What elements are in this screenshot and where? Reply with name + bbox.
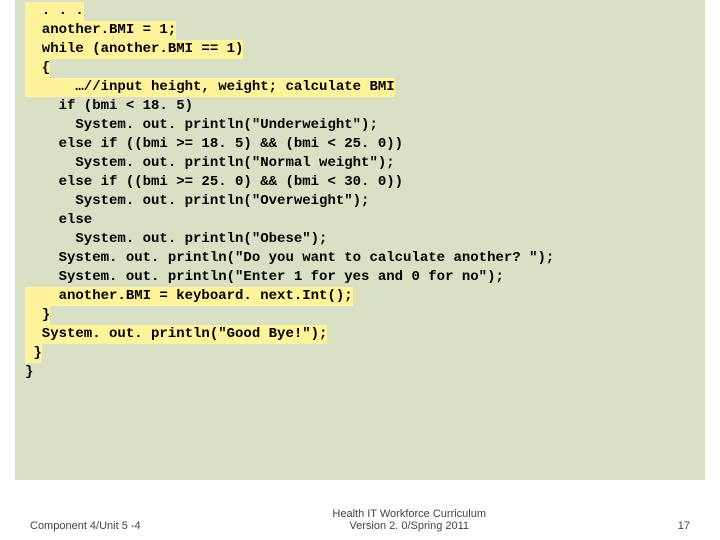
code-line: another.BMI = keyboard. next.Int(); bbox=[25, 287, 353, 306]
footer-center-line2: Version 2. 0/Spring 2011 bbox=[141, 520, 678, 532]
code-line: } bbox=[25, 344, 42, 363]
code-line: System. out. println("Underweight"); bbox=[25, 117, 378, 133]
code-block: . . . another.BMI = 1; while (another.BM… bbox=[15, 0, 705, 480]
code-line: while (another.BMI == 1) bbox=[25, 40, 243, 59]
slide-footer: Component 4/Unit 5 -4 Health IT Workforc… bbox=[0, 508, 720, 532]
code-line: System. out. println("Good Bye!"); bbox=[25, 325, 327, 344]
code-line: if (bmi < 18. 5) bbox=[25, 98, 193, 114]
code-line: System. out. println("Obese"); bbox=[25, 231, 327, 247]
code-line: else if ((bmi >= 25. 0) && (bmi < 30. 0)… bbox=[25, 174, 403, 190]
code-line: System. out. println("Do you want to cal… bbox=[25, 250, 554, 266]
code-line: } bbox=[25, 306, 50, 325]
footer-left: Component 4/Unit 5 -4 bbox=[30, 520, 141, 532]
footer-center-line1: Health IT Workforce Curriculum bbox=[141, 508, 678, 520]
code-line: System. out. println("Normal weight"); bbox=[25, 155, 395, 171]
code-line: . . . bbox=[25, 2, 84, 21]
code-line: another.BMI = 1; bbox=[25, 21, 176, 40]
code-line: } bbox=[25, 364, 33, 380]
footer-center: Health IT Workforce Curriculum Version 2… bbox=[141, 508, 678, 532]
code-line: …//input height, weight; calculate BMI bbox=[25, 78, 395, 97]
code-line: else if ((bmi >= 18. 5) && (bmi < 25. 0)… bbox=[25, 136, 403, 152]
code-line: System. out. println("Overweight"); bbox=[25, 193, 369, 209]
code-line: System. out. println("Enter 1 for yes an… bbox=[25, 269, 504, 285]
code-line: { bbox=[25, 59, 50, 78]
code-line: else bbox=[25, 212, 92, 228]
page-number: 17 bbox=[678, 520, 690, 532]
